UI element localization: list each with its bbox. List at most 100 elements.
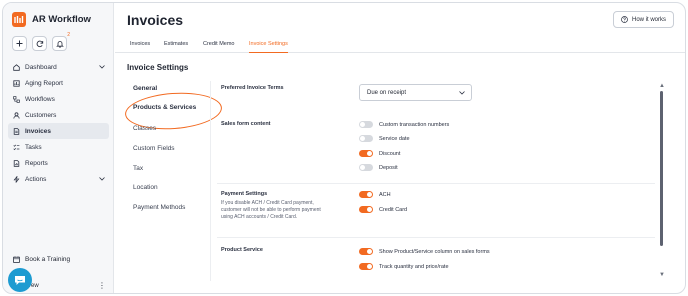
user-menu[interactable]: rew ⋮ — [29, 282, 109, 290]
more-options-icon[interactable]: ⋮ — [98, 282, 106, 290]
sidebar-item-tasks[interactable]: Tasks — [8, 139, 109, 155]
sidebar-item-label: Actions — [25, 175, 47, 183]
toggle-switch[interactable] — [359, 248, 373, 255]
chevron-down-icon — [99, 65, 105, 69]
toggle-label: Discount — [379, 150, 401, 157]
sidebar-item-invoices[interactable]: Invoices — [8, 123, 109, 139]
sidebar-item-label: Customers — [25, 111, 57, 119]
toggle-label: Service date — [379, 135, 410, 142]
scrollbar[interactable]: ▲ ▼ — [659, 83, 667, 281]
page-title: Invoices — [127, 12, 184, 28]
book-training-link[interactable]: Book a Training — [13, 256, 70, 263]
chat-button[interactable] — [8, 268, 32, 292]
chevron-down-icon — [459, 90, 465, 95]
sidebar: AR Workflow 2 Dashboard Aging Report Wor… — [3, 3, 114, 293]
sales-form-label: Sales form content — [221, 121, 271, 127]
toggle-show-product-service-column[interactable]: Show Product/Service column on sales for… — [359, 248, 490, 255]
subnav-classes[interactable]: Classes — [133, 125, 156, 132]
sidebar-item-workflows[interactable]: Workflows — [8, 91, 109, 107]
toggle-label: ACH — [379, 191, 391, 198]
preferred-terms-select[interactable]: Due on receipt — [359, 84, 472, 101]
bell-icon — [55, 40, 64, 48]
tab-bar: Invoices Estimates Credit Memo Invoice S… — [115, 38, 685, 53]
tasks-icon — [13, 144, 20, 150]
sidebar-item-dashboard[interactable]: Dashboard — [8, 59, 109, 75]
settings-title: Invoice Settings — [127, 63, 189, 72]
toggle-label: Deposit — [379, 164, 398, 171]
report-icon — [13, 79, 20, 87]
subnav-products-services[interactable]: Products & Services — [133, 104, 196, 111]
toggle-switch[interactable] — [359, 206, 373, 213]
plus-icon — [16, 40, 23, 47]
sidebar-item-label: Tasks — [25, 143, 42, 151]
payment-help-text: If you disable ACH / Credit Card payment… — [221, 200, 321, 220]
tab-estimates[interactable]: Estimates — [164, 41, 188, 53]
sidebar-item-label: Dashboard — [25, 63, 57, 71]
toggle-discount[interactable]: Discount — [359, 150, 400, 157]
how-it-works-label: How it works — [631, 16, 666, 23]
sidebar-nav: Dashboard Aging Report Workflows Custome… — [8, 59, 109, 187]
product-service-label: Product Service — [221, 247, 263, 253]
notification-badge: 2 — [67, 32, 70, 38]
toggle-switch[interactable] — [359, 164, 373, 171]
toggle-switch[interactable] — [359, 135, 373, 142]
subnav-custom-fields[interactable]: Custom Fields — [133, 145, 175, 152]
toggle-ach[interactable]: ACH — [359, 191, 391, 198]
toggle-switch[interactable] — [359, 191, 373, 198]
sidebar-actions: 2 — [12, 32, 70, 51]
toggle-track-quantity[interactable]: Track quantity and price/rate — [359, 263, 449, 270]
scroll-up-icon[interactable]: ▲ — [659, 83, 665, 89]
tab-invoices[interactable]: Invoices — [130, 41, 150, 53]
home-icon — [13, 63, 20, 71]
toggle-deposit[interactable]: Deposit — [359, 164, 398, 171]
user-icon — [13, 111, 20, 119]
sidebar-item-customers[interactable]: Customers — [8, 107, 109, 123]
subnav-tax[interactable]: Tax — [133, 165, 143, 172]
add-button[interactable] — [12, 36, 27, 51]
tab-invoice-settings[interactable]: Invoice Settings — [249, 41, 288, 53]
toggle-credit-card[interactable]: Credit Card — [359, 206, 407, 213]
toggle-label: Credit Card — [379, 206, 408, 213]
preferred-terms-value: Due on receipt — [367, 89, 407, 96]
toggle-custom-transaction-numbers[interactable]: Custom transaction numbers — [359, 121, 449, 128]
toggle-label: Show Product/Service column on sales for… — [379, 248, 490, 255]
document-icon — [13, 127, 20, 135]
toggle-label: Track quantity and price/rate — [379, 263, 449, 270]
refresh-icon — [36, 40, 43, 47]
sidebar-item-actions[interactable]: Actions — [8, 171, 109, 187]
divider — [217, 183, 655, 184]
help-icon — [621, 16, 628, 23]
tab-credit-memo[interactable]: Credit Memo — [203, 41, 234, 53]
sidebar-item-label: Workflows — [25, 95, 55, 103]
refresh-button[interactable] — [32, 36, 47, 51]
calendar-icon — [13, 256, 20, 263]
notifications-button[interactable]: 2 — [52, 32, 70, 51]
sidebar-item-reports[interactable]: Reports — [8, 155, 109, 171]
sidebar-item-label: Reports — [25, 159, 48, 167]
toggle-switch[interactable] — [359, 121, 373, 128]
toggle-service-date[interactable]: Service date — [359, 135, 410, 142]
divider — [217, 237, 655, 238]
app-name: AR Workflow — [32, 14, 91, 25]
how-it-works-button[interactable]: How it works — [612, 11, 674, 28]
subnav-location[interactable]: Location — [133, 184, 158, 191]
main-content: Invoices How it works Invoices Estimates… — [115, 3, 685, 293]
chart-icon — [13, 159, 20, 167]
workflow-icon — [13, 95, 20, 103]
toggle-switch[interactable] — [359, 150, 373, 157]
book-training-label: Book a Training — [25, 256, 71, 263]
scroll-thumb[interactable] — [660, 91, 663, 246]
chat-icon — [15, 275, 25, 285]
settings-panel: Preferred Invoice Terms Due on receipt S… — [211, 79, 660, 283]
brand[interactable]: AR Workflow — [12, 12, 91, 27]
scroll-down-icon[interactable]: ▼ — [659, 272, 665, 278]
chevron-down-icon — [99, 177, 105, 181]
toggle-switch[interactable] — [359, 263, 373, 270]
sidebar-item-aging-report[interactable]: Aging Report — [8, 75, 109, 91]
subnav-general[interactable]: General — [133, 85, 157, 92]
preferred-terms-label: Preferred Invoice Terms — [221, 85, 284, 91]
sidebar-item-label: Invoices — [25, 127, 52, 135]
subnav-payment-methods[interactable]: Payment Methods — [133, 204, 185, 211]
payment-settings-label: Payment Settings — [221, 191, 268, 197]
toggle-label: Custom transaction numbers — [379, 121, 450, 128]
